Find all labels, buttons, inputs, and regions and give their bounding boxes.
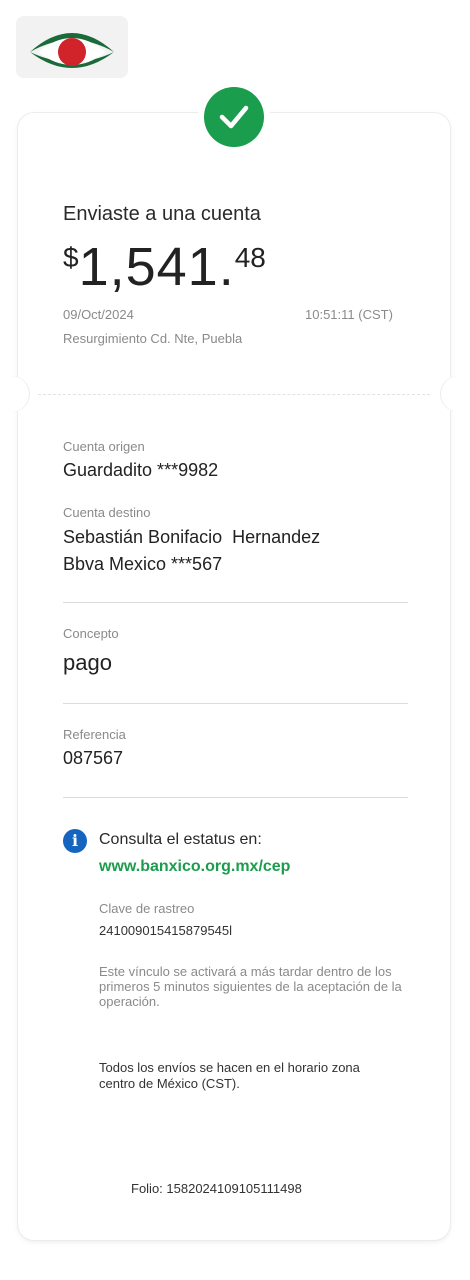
origin-label: Cuenta origen bbox=[63, 439, 145, 454]
reference-value: 087567 bbox=[63, 748, 124, 768]
divider bbox=[63, 703, 408, 704]
info-icon: i bbox=[63, 829, 87, 853]
bank-logo bbox=[16, 16, 128, 78]
ticket-separator bbox=[38, 394, 430, 395]
amount: $1,541.48 bbox=[63, 236, 266, 298]
reference-label: Referencia bbox=[63, 727, 126, 742]
concept-value: pago bbox=[63, 650, 112, 675]
divider bbox=[63, 797, 408, 798]
destination-label: Cuenta destino bbox=[63, 505, 151, 520]
consult-status-text: Consulta el estatus en: bbox=[99, 831, 262, 848]
tracking-label: Clave de rastreo bbox=[99, 901, 195, 916]
schedule-note: Todos los envíos se hacen en el horario … bbox=[99, 1060, 360, 1091]
concept-label: Concepto bbox=[63, 626, 119, 641]
divider bbox=[63, 602, 408, 603]
bank-logo-icon bbox=[30, 33, 114, 68]
success-badge bbox=[204, 87, 264, 147]
transfer-date: 09/Oct/2024 bbox=[63, 307, 134, 322]
banxico-link[interactable]: www.banxico.org.mx/cep bbox=[99, 858, 290, 876]
transfer-title: Enviaste a una cuenta bbox=[63, 203, 261, 225]
amount-integer: 1,541. bbox=[78, 237, 235, 297]
destination-name: Sebastián Bonifacio Hernandez bbox=[63, 527, 321, 547]
folio: Folio: 1582024109105111498 bbox=[131, 1181, 302, 1196]
origin-value: Guardadito ***9982 bbox=[63, 460, 219, 480]
currency-symbol: $ bbox=[63, 242, 79, 273]
destination-bank: Bbva Mexico ***567 bbox=[63, 554, 223, 574]
activation-note: Este vínculo se activará a más tardar de… bbox=[99, 964, 402, 1009]
transfer-location: Resurgimiento Cd. Nte, Puebla bbox=[63, 331, 243, 346]
transfer-time: 10:51:11 (CST) bbox=[305, 307, 393, 322]
tracking-value: 241009015415879545l bbox=[99, 923, 233, 938]
check-icon bbox=[219, 105, 249, 129]
amount-decimals: 48 bbox=[234, 242, 266, 273]
